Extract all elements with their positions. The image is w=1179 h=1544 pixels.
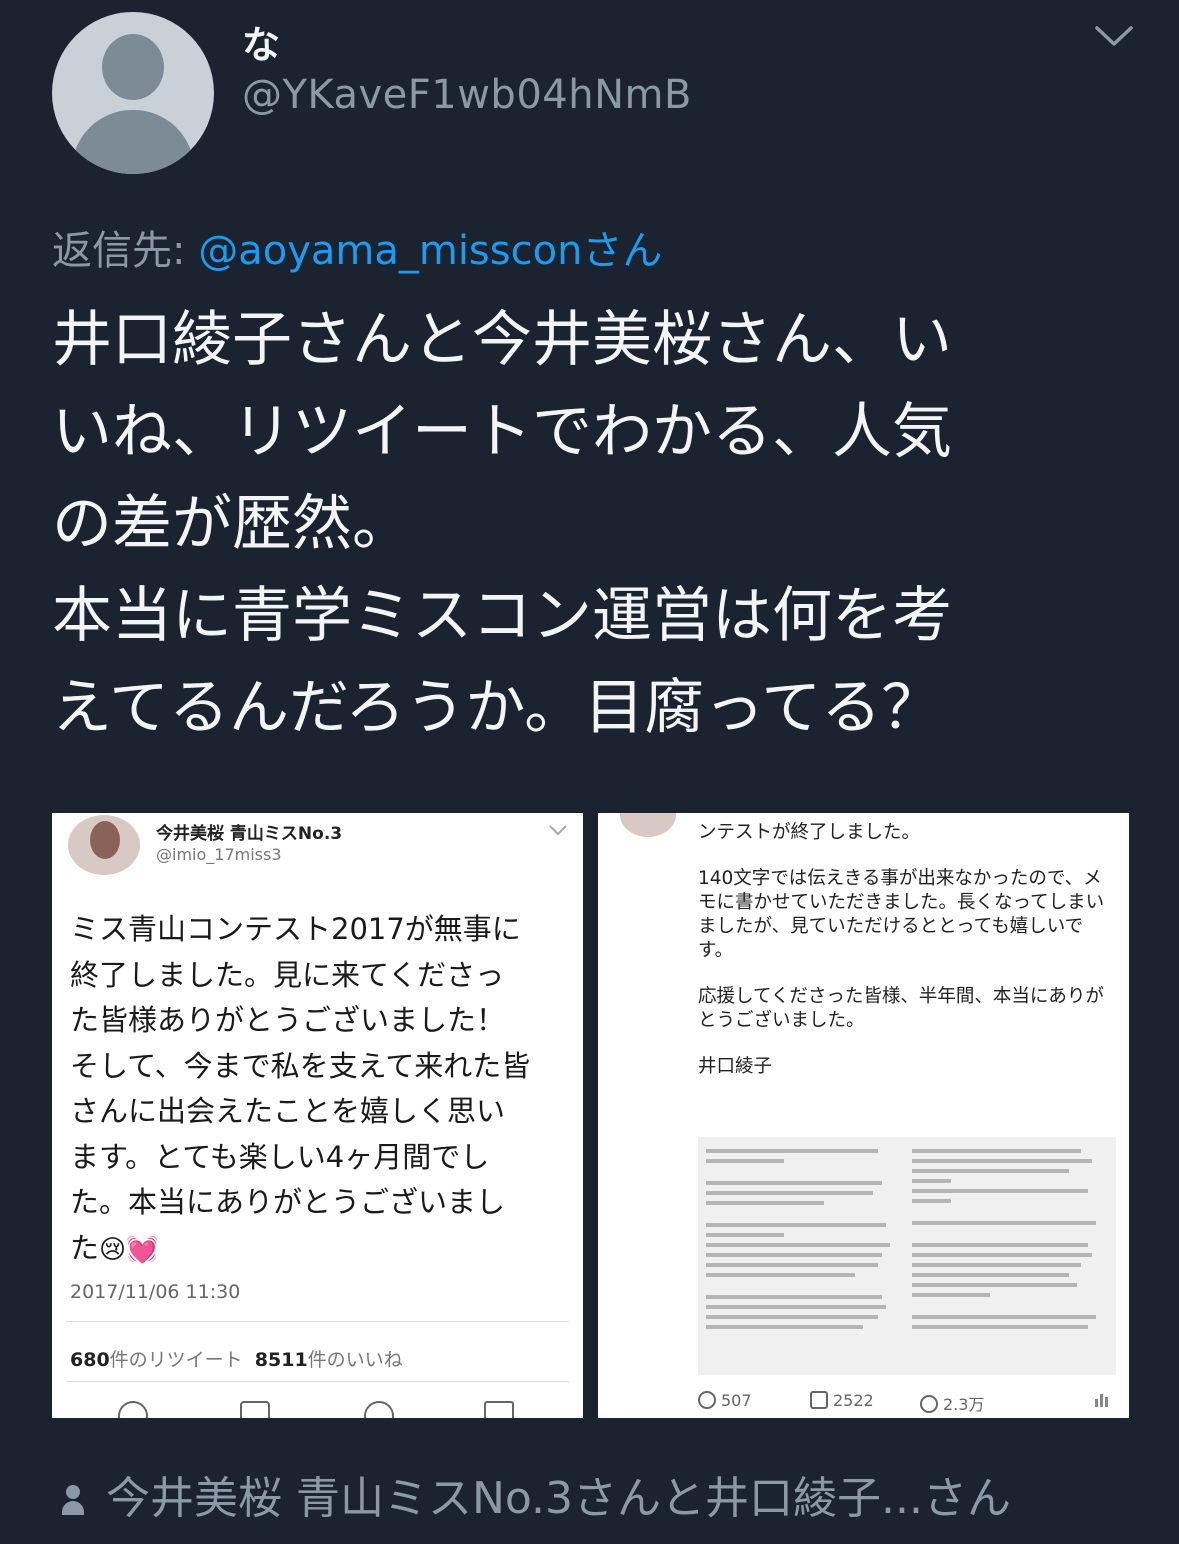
embedded-action-bar	[52, 1401, 583, 1418]
embedded-text-line: ンテストが終了しました。	[698, 822, 921, 843]
reply-to-line: 返信先: @aoyama_missconさん	[52, 218, 662, 276]
retweet-icon	[810, 1391, 828, 1409]
reply-to-prefix: 返信先:	[52, 228, 199, 274]
profile-avatar[interactable]	[52, 12, 214, 174]
embedded-chevron-down-icon	[549, 825, 567, 836]
tagged-users-line[interactable]: 今井美桜 青山ミスNo.3さんと井口綾子...さん	[60, 1462, 1011, 1526]
like-count-label: 件のいいね	[307, 1349, 403, 1371]
reply-icon	[698, 1391, 716, 1409]
embedded-stats: 680件のリツイート 8511件のいいね	[70, 1345, 403, 1372]
heart-icon	[364, 1401, 394, 1418]
attached-screenshot-2[interactable]: ンテストが終了しました。 140文字では伝えきる事が出来なかったので、メモに書か…	[598, 813, 1129, 1418]
embedded-tweet-body: ミス青山コンテスト2017が無事に 終了しました。見に来てくださっ た皆様ありが…	[70, 907, 570, 1273]
chevron-down-icon[interactable]	[1093, 22, 1135, 52]
heart-icon	[920, 1395, 938, 1413]
embedded-signature: 井口綾子	[698, 1056, 773, 1077]
embedded-display-name: 今井美桜 青山ミスNo.3	[156, 824, 343, 844]
memo-text-column	[706, 1143, 902, 1369]
embedded-avatar	[620, 813, 676, 837]
reply-icon	[118, 1401, 148, 1418]
divider	[66, 1321, 569, 1322]
embedded-tweet-text: ミス青山コンテスト2017が無事に 終了しました。見に来てくださっ た皆様ありが…	[70, 912, 531, 1265]
default-avatar-head-icon	[102, 34, 164, 100]
tagged-users-text: 今井美桜 青山ミスNo.3さんと井口綾子...さん	[106, 1473, 1011, 1524]
author-handle[interactable]: @YKaveF1wb04hNmB	[242, 72, 692, 118]
person-icon	[60, 1481, 86, 1517]
default-avatar-body-icon	[72, 110, 194, 174]
divider	[66, 1381, 569, 1382]
embedded-avatar	[68, 815, 140, 875]
crying-heart-emoji-icon: 😢💓	[99, 1234, 159, 1265]
reply-count: 507	[721, 1391, 752, 1410]
like-count: 8511	[254, 1349, 308, 1371]
memo-image-thumbnail	[698, 1137, 1116, 1375]
retweet-count: 680	[70, 1349, 110, 1371]
retweet-count-label: 件のリツイート	[109, 1349, 243, 1371]
like-count: 2.3万	[943, 1395, 985, 1414]
retweet-icon	[240, 1401, 270, 1418]
mail-icon	[484, 1401, 514, 1418]
tweet-text: 井口綾子さんと今井美桜さん、い いね、リツイートでわかる、人気 の差が歴然。 本…	[52, 305, 952, 743]
embedded-handle: @imio_17miss3	[156, 845, 282, 864]
retweet-count: 2522	[833, 1391, 874, 1410]
attached-screenshot-1[interactable]: 今井美桜 青山ミスNo.3 @imio_17miss3 ミス青山コンテスト201…	[52, 813, 583, 1418]
embedded-tweet-body: ンテストが終了しました。 140文字では伝えきる事が出来なかったので、メモに書か…	[698, 821, 1118, 1101]
memo-text-column	[912, 1143, 1108, 1369]
author-display-name[interactable]: な	[242, 14, 280, 69]
embedded-text-paragraph: 140文字では伝えきる事が出来なかったので、メモに書かせていただきました。長くな…	[698, 868, 1105, 961]
analytics-icon	[1094, 1391, 1110, 1411]
reply-to-mention-link[interactable]: @aoyama_missconさん	[198, 228, 662, 274]
embedded-timestamp: 2017/11/06 11:30	[70, 1281, 241, 1303]
embedded-text-paragraph: 応援してくださった皆様、半年間、本当にありがとうございました。	[698, 986, 1104, 1031]
